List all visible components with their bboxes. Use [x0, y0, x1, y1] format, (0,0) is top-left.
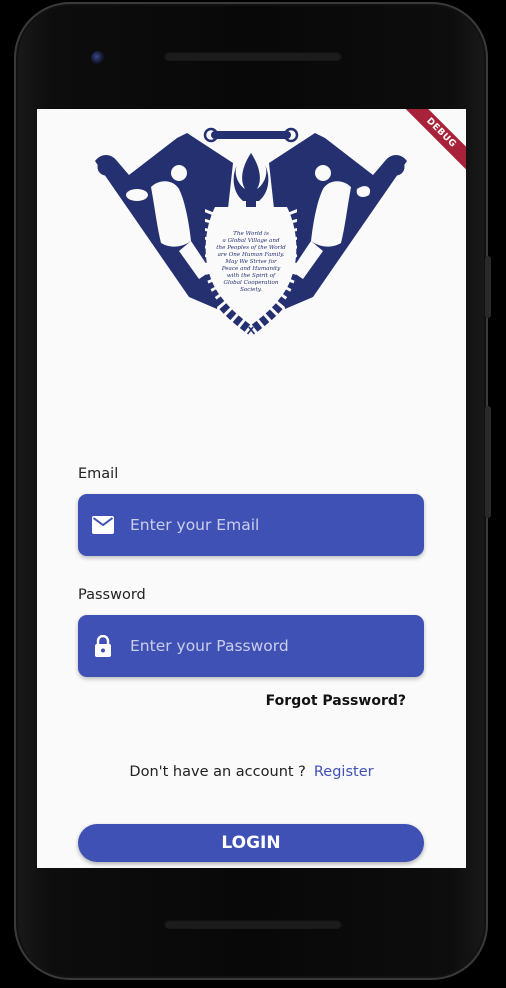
password-field[interactable] [78, 615, 424, 677]
register-prompt: Don't have an account ? Register [37, 764, 466, 780]
password-label: Password [78, 587, 146, 603]
motto-line: the Peoples of the World [216, 245, 286, 251]
email-field[interactable] [78, 494, 424, 556]
mail-icon [92, 514, 114, 536]
top-speaker-grille [164, 51, 342, 61]
motto-line: Society. [240, 287, 262, 293]
email-label: Email [78, 466, 119, 482]
app-screen: DEBUG The World is a Global Village and [37, 109, 466, 868]
login-button[interactable]: LOGIN [78, 824, 424, 862]
global-cooperation-emblem-icon: The World is a Global Village and the Pe… [95, 127, 407, 335]
register-link[interactable]: Register [314, 764, 374, 780]
motto-line: are One Human Family. [218, 252, 285, 258]
lock-icon [92, 635, 114, 657]
power-button [485, 256, 491, 318]
front-camera [91, 51, 105, 65]
bottom-speaker-grille [164, 919, 342, 929]
motto-line: Peace and Humanity [221, 266, 281, 272]
motto-line: with the Spirit of [227, 273, 276, 279]
no-account-text: Don't have an account ? [129, 764, 306, 780]
motto-line: May We Strive for [224, 259, 277, 265]
motto-line: The World is [233, 231, 269, 237]
motto-line: Global Cooperation [223, 280, 278, 286]
password-input[interactable] [128, 636, 412, 656]
motto-line: a Global Village and [222, 238, 279, 244]
volume-button [485, 406, 491, 518]
forgot-password-link[interactable]: Forgot Password? [266, 693, 406, 709]
email-input[interactable] [128, 515, 412, 535]
